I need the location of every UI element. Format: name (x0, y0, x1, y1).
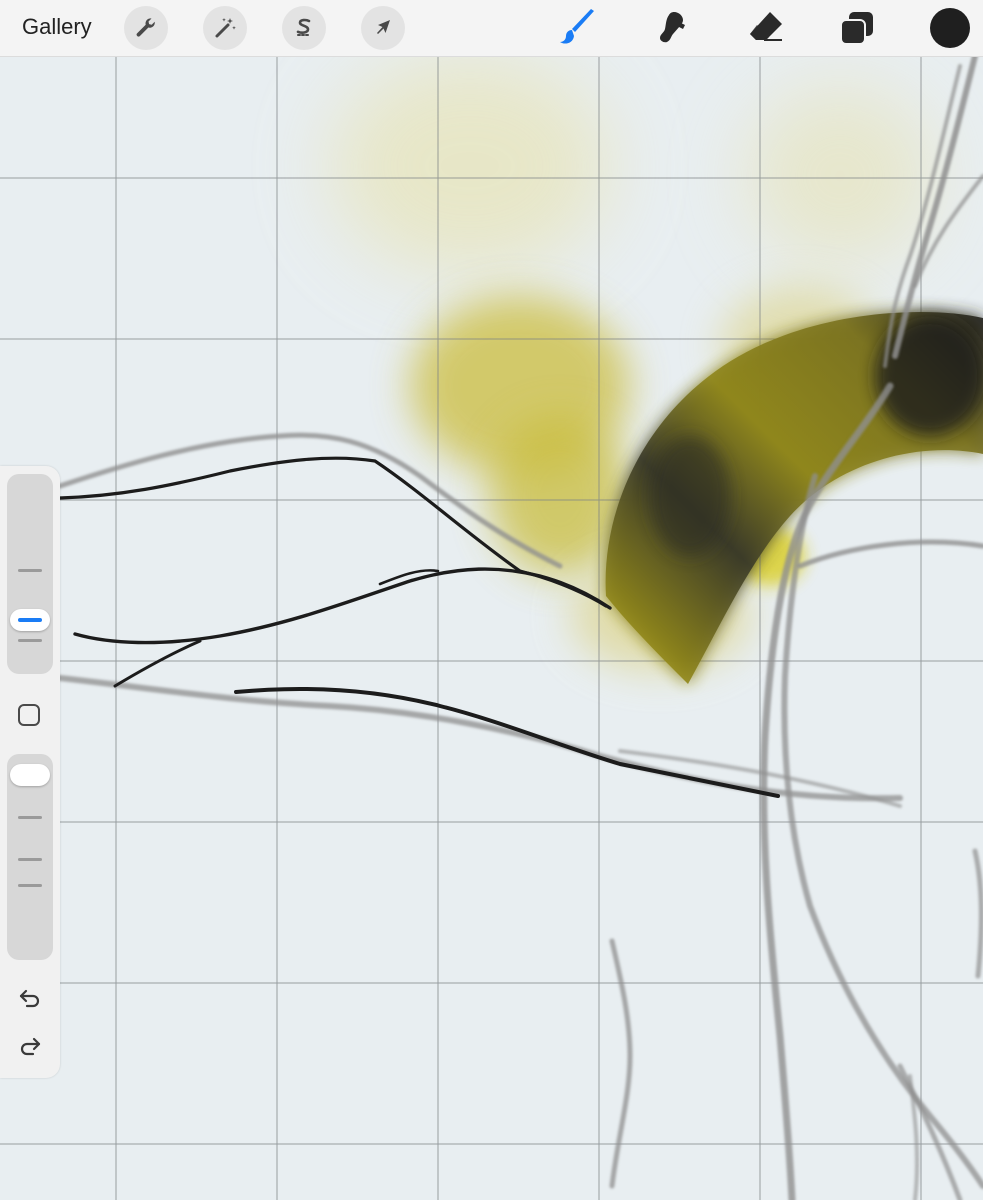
artwork (0, 56, 983, 1200)
brush-opacity-thumb[interactable] (10, 764, 50, 786)
brush-tool-button[interactable] (557, 8, 597, 48)
procreate-app: Gallery (0, 0, 983, 1200)
slider-tick (18, 884, 42, 887)
top-toolbar: Gallery (0, 0, 983, 57)
thumb-indicator (18, 618, 42, 622)
magic-wand-icon (215, 18, 236, 38)
arrow-cursor-icon (377, 20, 390, 34)
color-picker-button[interactable] (930, 8, 970, 48)
selection-s-icon (296, 18, 311, 36)
slider-tick (18, 569, 42, 572)
wrench-icon (136, 18, 155, 37)
smudge-icon (660, 12, 685, 43)
painted-arch (605, 311, 983, 684)
undo-icon (19, 989, 40, 1008)
selection-button[interactable] (282, 6, 326, 50)
eraser-tool-button[interactable] (746, 8, 786, 48)
brush-size-thumb[interactable] (10, 609, 50, 631)
layers-tool-button[interactable] (837, 8, 877, 48)
left-sidebar (0, 466, 60, 1078)
drawing-canvas[interactable] (0, 56, 983, 1200)
adjustments-button[interactable] (203, 6, 247, 50)
eraser-icon (750, 12, 782, 41)
modify-button[interactable] (18, 704, 40, 726)
slider-tick (18, 639, 42, 642)
redo-button[interactable] (16, 1032, 44, 1060)
gallery-button[interactable]: Gallery (22, 14, 92, 40)
brush-icon (560, 9, 594, 44)
slider-tick (18, 816, 42, 819)
redo-icon (20, 1037, 41, 1056)
brush-size-slider[interactable] (7, 474, 53, 674)
smudge-tool-button[interactable] (652, 8, 692, 48)
undo-button[interactable] (16, 984, 44, 1012)
layers-icon (840, 12, 873, 45)
brush-opacity-slider[interactable] (7, 754, 53, 960)
actions-button[interactable] (124, 6, 168, 50)
slider-tick (18, 858, 42, 861)
transform-button[interactable] (361, 6, 405, 50)
